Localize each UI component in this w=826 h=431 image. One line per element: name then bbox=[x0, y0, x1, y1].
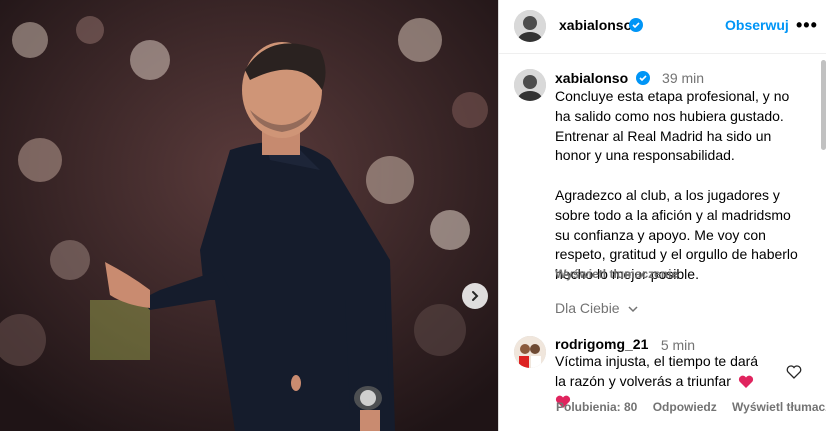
comment-sort-dropdown[interactable]: Dla Ciebie bbox=[555, 300, 639, 316]
comment-sort-label: Dla Ciebie bbox=[555, 300, 620, 316]
comment-likes-count[interactable]: Polubienia: 80 bbox=[556, 400, 637, 414]
post-header: xabialonso Obserwuj ••• bbox=[499, 0, 826, 54]
scrollbar[interactable] bbox=[821, 60, 826, 150]
caption-text: Concluye esta etapa profesional, y no ha… bbox=[555, 88, 798, 283]
post-media[interactable] bbox=[0, 0, 498, 431]
verified-badge-icon bbox=[629, 18, 643, 32]
reply-button[interactable]: Odpowiedz bbox=[653, 400, 717, 414]
carousel-next-button[interactable] bbox=[462, 283, 488, 309]
comment-translate-link[interactable]: Wyświetl tłumaczenie bbox=[732, 400, 826, 414]
author-avatar[interactable] bbox=[514, 10, 546, 42]
author-username[interactable]: xabialonso bbox=[559, 17, 632, 33]
comment-username[interactable]: rodrigomg_21 bbox=[555, 336, 648, 352]
red-heart-emoji-icon bbox=[738, 375, 753, 389]
chevron-right-icon bbox=[472, 291, 479, 301]
chevron-down-icon bbox=[628, 306, 639, 313]
post-sidebar: xabialonso Obserwuj ••• xabialonso 39 mi… bbox=[498, 0, 826, 431]
see-translation-link[interactable]: Wyświetl tłumaczenie bbox=[555, 267, 678, 281]
post-photo bbox=[0, 0, 498, 431]
follow-button[interactable]: Obserwuj bbox=[725, 17, 789, 33]
verified-badge-icon bbox=[635, 70, 650, 85]
caption-time[interactable]: 39 min bbox=[662, 70, 704, 86]
comment-avatar[interactable] bbox=[514, 336, 546, 368]
like-comment-heart-icon[interactable] bbox=[786, 364, 802, 380]
caption-avatar[interactable] bbox=[514, 69, 546, 101]
comment-body: Víctima injusta, el tiempo te dará la ra… bbox=[555, 353, 759, 389]
caption-username[interactable]: xabialonso bbox=[555, 70, 628, 86]
comment-time[interactable]: 5 min bbox=[661, 337, 695, 353]
more-options-button[interactable]: ••• bbox=[796, 15, 818, 36]
comment-actions: Polubienia: 80 Odpowiedz Wyświetl tłumac… bbox=[556, 400, 826, 414]
caption-header: xabialonso 39 min bbox=[555, 69, 704, 87]
